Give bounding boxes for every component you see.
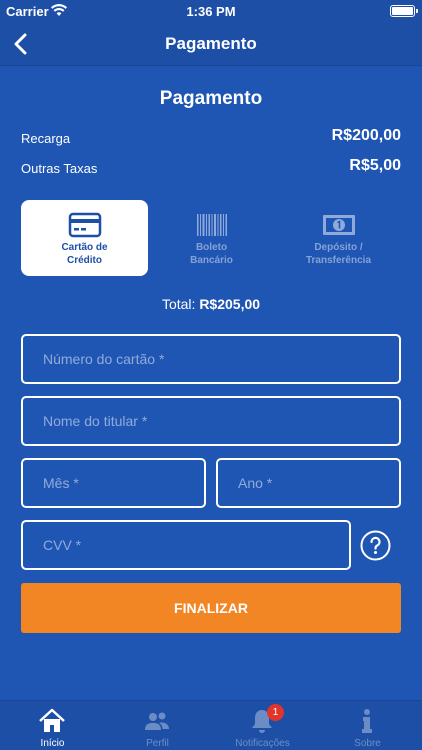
fees-label: Outras Taxas	[21, 161, 98, 176]
month-field[interactable]	[21, 458, 206, 508]
banknote-icon	[323, 215, 355, 235]
payment-method-label: Depósito / Transferência	[305, 242, 372, 266]
total-label: Total:	[161, 296, 196, 312]
home-icon	[39, 708, 65, 732]
recharge-value: R$200,00	[331, 127, 401, 144]
year-field[interactable]	[216, 458, 401, 508]
page-title: Pagamento	[159, 88, 263, 109]
people-icon	[145, 712, 169, 730]
payment-method-label: Boleto Bancário	[190, 242, 233, 266]
battery-icon	[390, 5, 418, 17]
notification-badge: 1	[267, 704, 284, 721]
clock: 1:36 PM	[186, 4, 236, 19]
tab-label: Perfil	[146, 738, 169, 749]
nav-title: Pagamento	[165, 34, 257, 53]
tab-perfil[interactable]: Perfil	[105, 701, 210, 750]
card-number-field[interactable]	[21, 334, 401, 384]
tab-bar: Início Perfil 1 Notificações Sobre	[0, 700, 422, 750]
credit-card-icon	[68, 212, 102, 238]
cvv-field[interactable]	[21, 520, 351, 570]
payment-method-label: Cartão de Crédito	[61, 242, 108, 266]
total-row: Total: R$205,00	[0, 296, 422, 312]
tab-label: Início	[40, 738, 65, 749]
recharge-label: Recarga	[21, 131, 71, 146]
finalize-button[interactable]: FINALIZAR	[21, 583, 401, 633]
payment-method-deposit[interactable]: Depósito / Transferência	[275, 200, 402, 276]
payment-method-boleto[interactable]: Boleto Bancário	[148, 200, 275, 276]
barcode-icon	[197, 214, 227, 236]
holder-name-field[interactable]	[21, 396, 401, 446]
payment-method-credit-card[interactable]: Cartão de Crédito	[21, 200, 148, 276]
question-circle-icon[interactable]	[360, 530, 391, 561]
navigation-bar: Pagamento	[0, 22, 422, 66]
status-bar: Carrier 1:36 PM	[0, 0, 422, 22]
tab-label: Sobre	[354, 738, 381, 749]
info-icon	[362, 709, 372, 733]
tab-inicio[interactable]: Início	[0, 701, 105, 750]
tab-sobre[interactable]: Sobre	[315, 701, 420, 750]
fees-value: R$5,00	[349, 157, 401, 174]
tab-label: Notificações	[235, 738, 290, 749]
total-value: R$205,00	[199, 296, 261, 312]
tab-notificacoes[interactable]: 1 Notificações	[210, 701, 315, 750]
